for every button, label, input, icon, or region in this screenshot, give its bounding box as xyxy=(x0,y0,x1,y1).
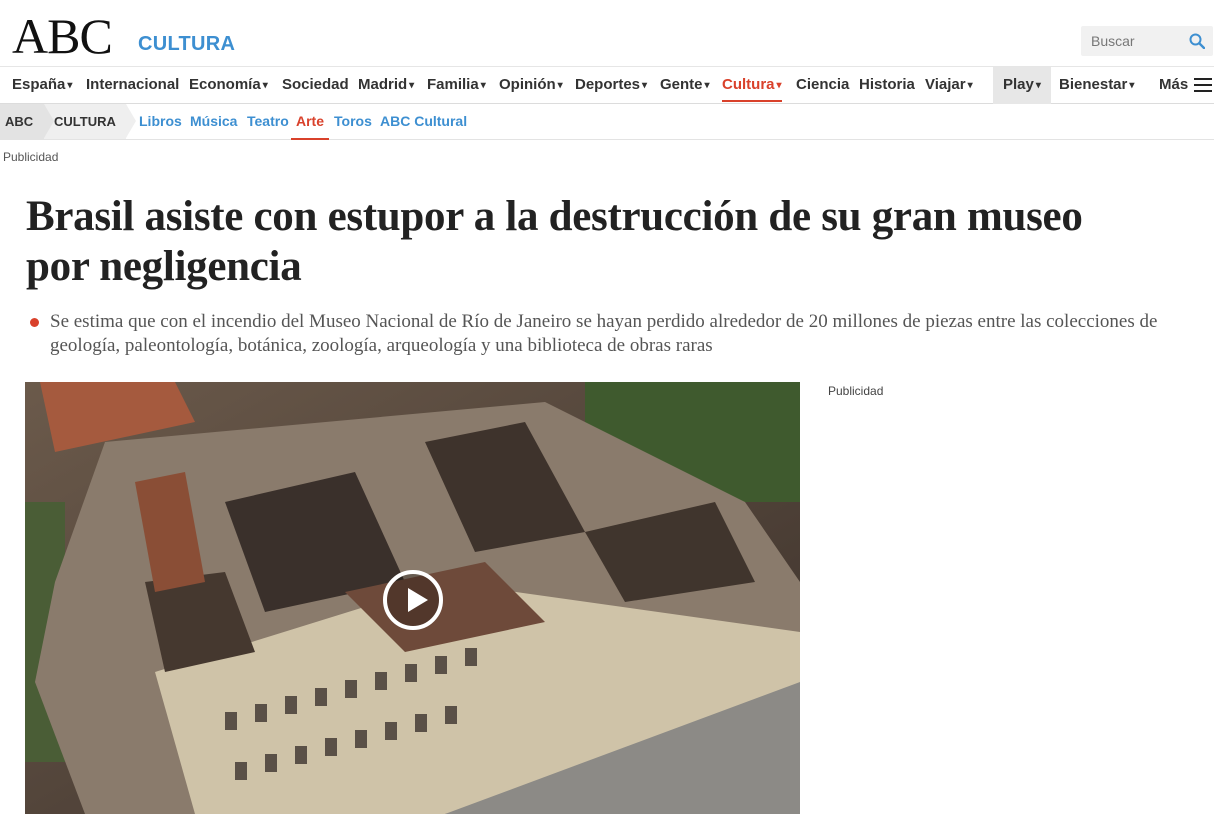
nav-item-espana[interactable]: España ▾ xyxy=(12,67,72,104)
breadcrumb-abc[interactable]: ABC xyxy=(0,104,54,139)
chevron-down-icon: ▾ xyxy=(67,80,73,91)
chevron-down-icon: ▾ xyxy=(480,80,486,91)
summary-text: Se estima que con el incendio del Museo … xyxy=(50,311,1158,356)
nav-item-deportes[interactable]: Deportes ▾ xyxy=(575,67,647,104)
nav-item-bienestar[interactable]: Bienestar ▾ xyxy=(1059,67,1134,104)
article-summary: Se estima que con el incendio del Museo … xyxy=(30,310,1205,358)
chevron-down-icon: ▾ xyxy=(262,80,268,91)
section-title[interactable]: CULTURA xyxy=(138,33,235,56)
breadcrumb-cultura[interactable]: CULTURA xyxy=(44,104,136,139)
nav-item-play[interactable]: Play ▾ xyxy=(993,67,1051,104)
video-player[interactable] xyxy=(25,382,800,814)
chevron-down-icon: ▾ xyxy=(1129,80,1135,91)
article-headline: Brasil asiste con estupor a la destrucci… xyxy=(26,193,1083,290)
chevron-down-icon: ▾ xyxy=(704,80,710,91)
chevron-down-icon: ▾ xyxy=(409,80,415,91)
search-input[interactable] xyxy=(1081,26,1181,56)
subnav-item-abc-cultural[interactable]: ABC Cultural xyxy=(380,104,467,139)
search-box[interactable] xyxy=(1081,26,1213,56)
hamburger-menu-icon[interactable] xyxy=(1194,78,1212,92)
ad-label: Publicidad xyxy=(3,150,59,164)
nav-item-madrid[interactable]: Madrid ▾ xyxy=(358,67,414,104)
ad-label-side: Publicidad xyxy=(828,384,884,398)
nav-item-economia[interactable]: Economía ▾ xyxy=(189,67,268,104)
chevron-down-icon: ▾ xyxy=(642,80,648,91)
search-icon[interactable] xyxy=(1189,33,1205,49)
chevron-down-icon: ▾ xyxy=(1035,80,1041,91)
nav-item-sociedad[interactable]: Sociedad xyxy=(282,67,349,104)
nav-item-mas[interactable]: Más xyxy=(1159,67,1188,104)
subnav-item-musica[interactable]: Música xyxy=(190,104,237,139)
breadcrumb-subnav: ABC CULTURA Libros Música Teatro Arte To… xyxy=(0,104,1214,140)
abc-logo[interactable]: ABC xyxy=(12,8,113,64)
nav-item-historia[interactable]: Historia xyxy=(859,67,915,104)
nav-item-viajar[interactable]: Viajar ▾ xyxy=(925,67,973,104)
nav-item-internacional[interactable]: Internacional xyxy=(86,67,179,104)
subnav-item-teatro[interactable]: Teatro xyxy=(247,104,289,139)
site-header: ABC CULTURA xyxy=(0,0,1214,66)
main-nav: España ▾ Internacional Economía ▾ Sociedad… xyxy=(0,66,1214,104)
nav-item-opinion[interactable]: Opinión ▾ xyxy=(499,67,563,104)
chevron-down-icon: ▾ xyxy=(776,80,782,91)
nav-item-gente[interactable]: Gente ▾ xyxy=(660,67,710,104)
subnav-item-libros[interactable]: Libros xyxy=(139,104,182,139)
chevron-down-icon: ▾ xyxy=(967,80,973,91)
nav-item-ciencia[interactable]: Ciencia xyxy=(796,67,849,104)
play-icon[interactable] xyxy=(383,570,443,630)
subnav-item-toros[interactable]: Toros xyxy=(334,104,372,139)
subnav-item-arte[interactable]: Arte xyxy=(290,104,330,140)
chevron-down-icon: ▾ xyxy=(557,80,563,91)
bullet-icon xyxy=(30,318,39,327)
nav-item-cultura[interactable]: Cultura ▾ xyxy=(722,67,782,104)
nav-item-familia[interactable]: Familia ▾ xyxy=(427,67,486,104)
